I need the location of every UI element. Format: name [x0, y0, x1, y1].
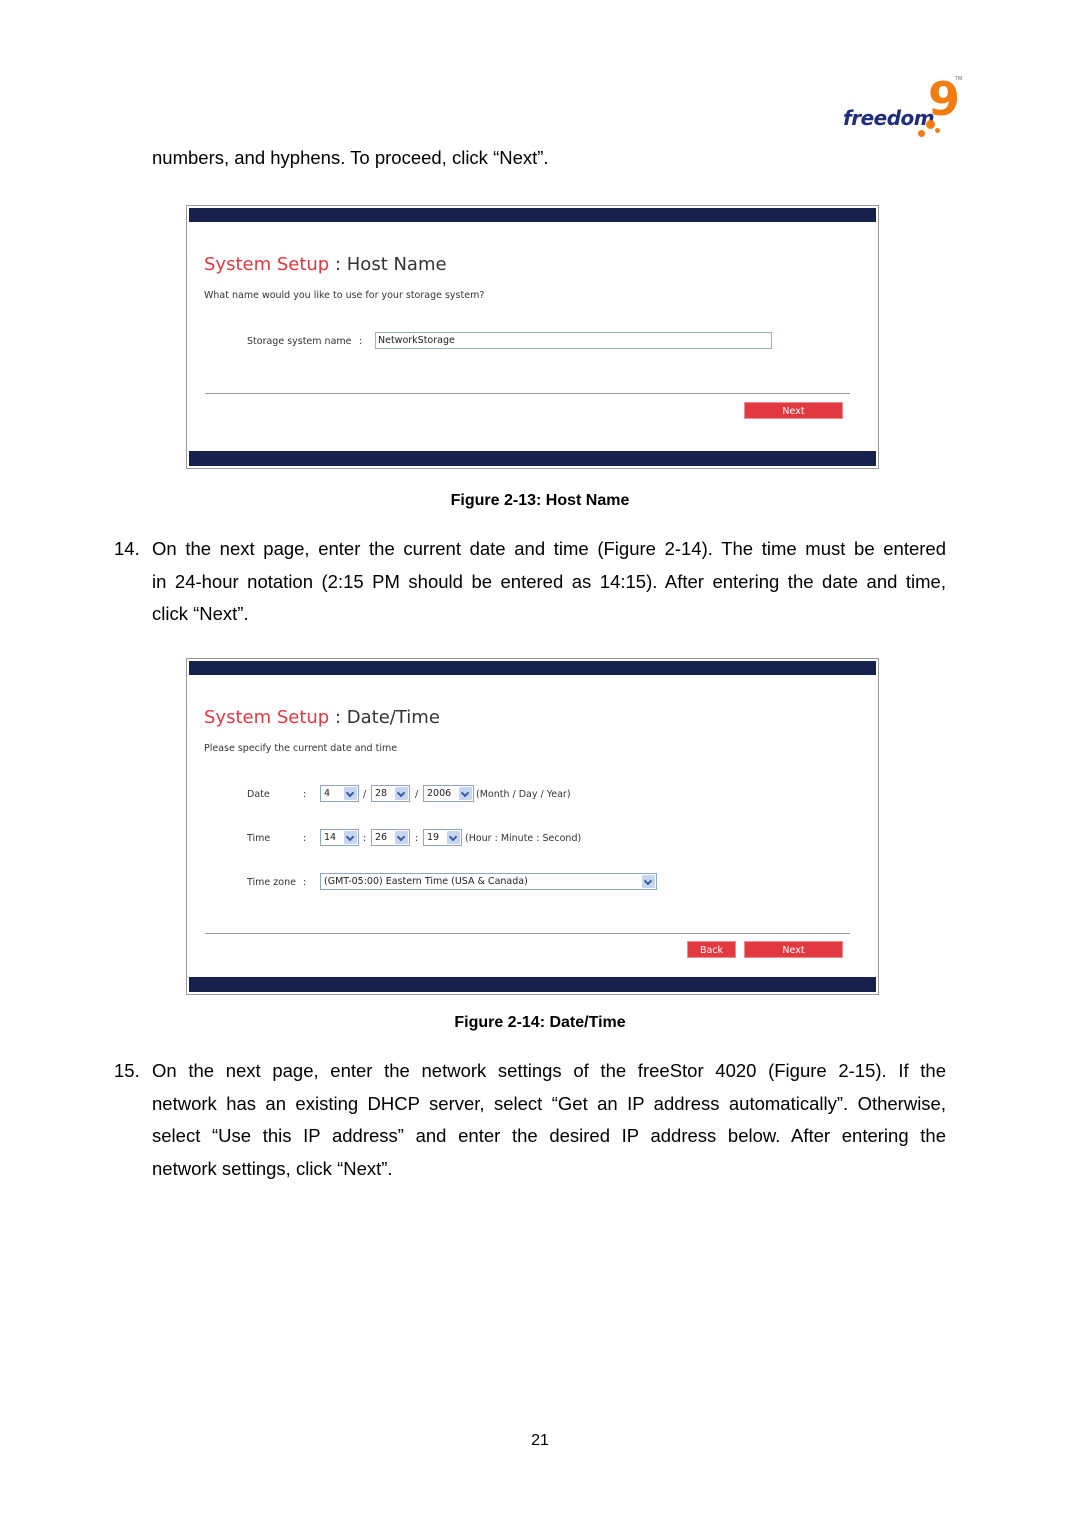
storage-name-label: Storage system name	[247, 336, 352, 347]
next-button[interactable]: Next	[744, 402, 843, 419]
chevron-down-icon[interactable]	[642, 875, 655, 888]
logo-wordmark: freedom	[843, 106, 935, 130]
timezone-select[interactable]: (GMT-05:00) Eastern Time (USA & Canada)	[320, 873, 657, 890]
minute-select[interactable]: 26	[371, 829, 410, 846]
chevron-down-icon[interactable]	[344, 787, 357, 800]
step-14-paragraph: 14. On the next page, enter the current …	[114, 533, 946, 631]
year-select[interactable]: 2006	[423, 785, 474, 802]
divider	[205, 933, 850, 934]
paragraph-line: click “Next”.	[152, 603, 249, 624]
step-number: 14.	[114, 538, 140, 559]
footer-bar	[189, 451, 876, 466]
header-bar	[189, 208, 876, 222]
chevron-down-icon[interactable]	[459, 787, 472, 800]
logo-trademark: TM	[955, 76, 963, 82]
chevron-down-icon[interactable]	[395, 831, 408, 844]
figure-caption: Figure 2-13: Host Name	[450, 492, 630, 509]
date-format-hint: (Month / Day / Year)	[476, 789, 571, 800]
footer-bar	[189, 977, 876, 992]
paragraph-line: in 24-hour notation (2:15 PM should be e…	[152, 570, 946, 592]
time-separator: :	[415, 833, 419, 844]
time-label: Time	[247, 833, 271, 844]
chevron-down-icon[interactable]	[447, 831, 460, 844]
second-select[interactable]: 19	[423, 829, 462, 846]
month-select[interactable]: 4	[320, 785, 359, 802]
time-separator: :	[363, 833, 367, 844]
paragraph-line: On the next page, enter the current date…	[152, 538, 946, 559]
date-time-prompt: Please specify the current date and time	[204, 743, 398, 754]
storage-name-input[interactable]: NetworkStorage	[375, 332, 772, 349]
logo-nine-mark: 9	[928, 72, 961, 126]
step-15-paragraph: 15. On the next page, enter the network …	[114, 1055, 946, 1185]
hour-select[interactable]: 14	[320, 829, 359, 846]
label-colon: :	[303, 877, 307, 888]
date-time-screenshot: System Setup : Date/Time Please specify …	[186, 658, 879, 995]
freedom9-logo: freedom 9 TM	[840, 76, 965, 146]
date-label: Date	[247, 789, 270, 800]
next-button[interactable]: Next	[744, 941, 843, 958]
logo-dot-icon	[935, 128, 940, 133]
page-title: System Setup : Host Name	[204, 254, 447, 275]
time-format-hint: (Hour : Minute : Second)	[465, 833, 582, 844]
day-select[interactable]: 28	[371, 785, 410, 802]
paragraph-line: select “Use this IP address” and enter t…	[152, 1125, 946, 1146]
label-colon: :	[303, 833, 307, 844]
timezone-label: Time zone	[247, 877, 296, 888]
page-number: 21	[531, 1432, 549, 1449]
divider	[205, 393, 850, 394]
logo-dot-icon	[918, 130, 925, 137]
date-separator: /	[363, 789, 367, 800]
logo-dot-icon	[926, 120, 935, 129]
label-colon: :	[359, 336, 363, 347]
page-title: System Setup : Date/Time	[204, 707, 440, 728]
host-name-question: What name would you like to use for your…	[204, 290, 485, 301]
host-name-screenshot: System Setup : Host Name What name would…	[186, 205, 879, 469]
chevron-down-icon[interactable]	[395, 787, 408, 800]
step-number: 15.	[114, 1060, 140, 1081]
paragraph-line: network settings, click “Next”.	[152, 1157, 393, 1179]
header-bar	[189, 661, 876, 675]
date-separator: /	[415, 789, 419, 800]
label-colon: :	[303, 789, 307, 800]
paragraph-line: network has an existing DHCP server, sel…	[152, 1092, 946, 1114]
paragraph-line: On the next page, enter the network sett…	[152, 1060, 946, 1081]
figure-caption: Figure 2-14: Date/Time	[454, 1014, 626, 1031]
intro-text: numbers, and hyphens. To proceed, click …	[152, 147, 549, 168]
back-button[interactable]: Back	[687, 941, 736, 958]
chevron-down-icon[interactable]	[344, 831, 357, 844]
